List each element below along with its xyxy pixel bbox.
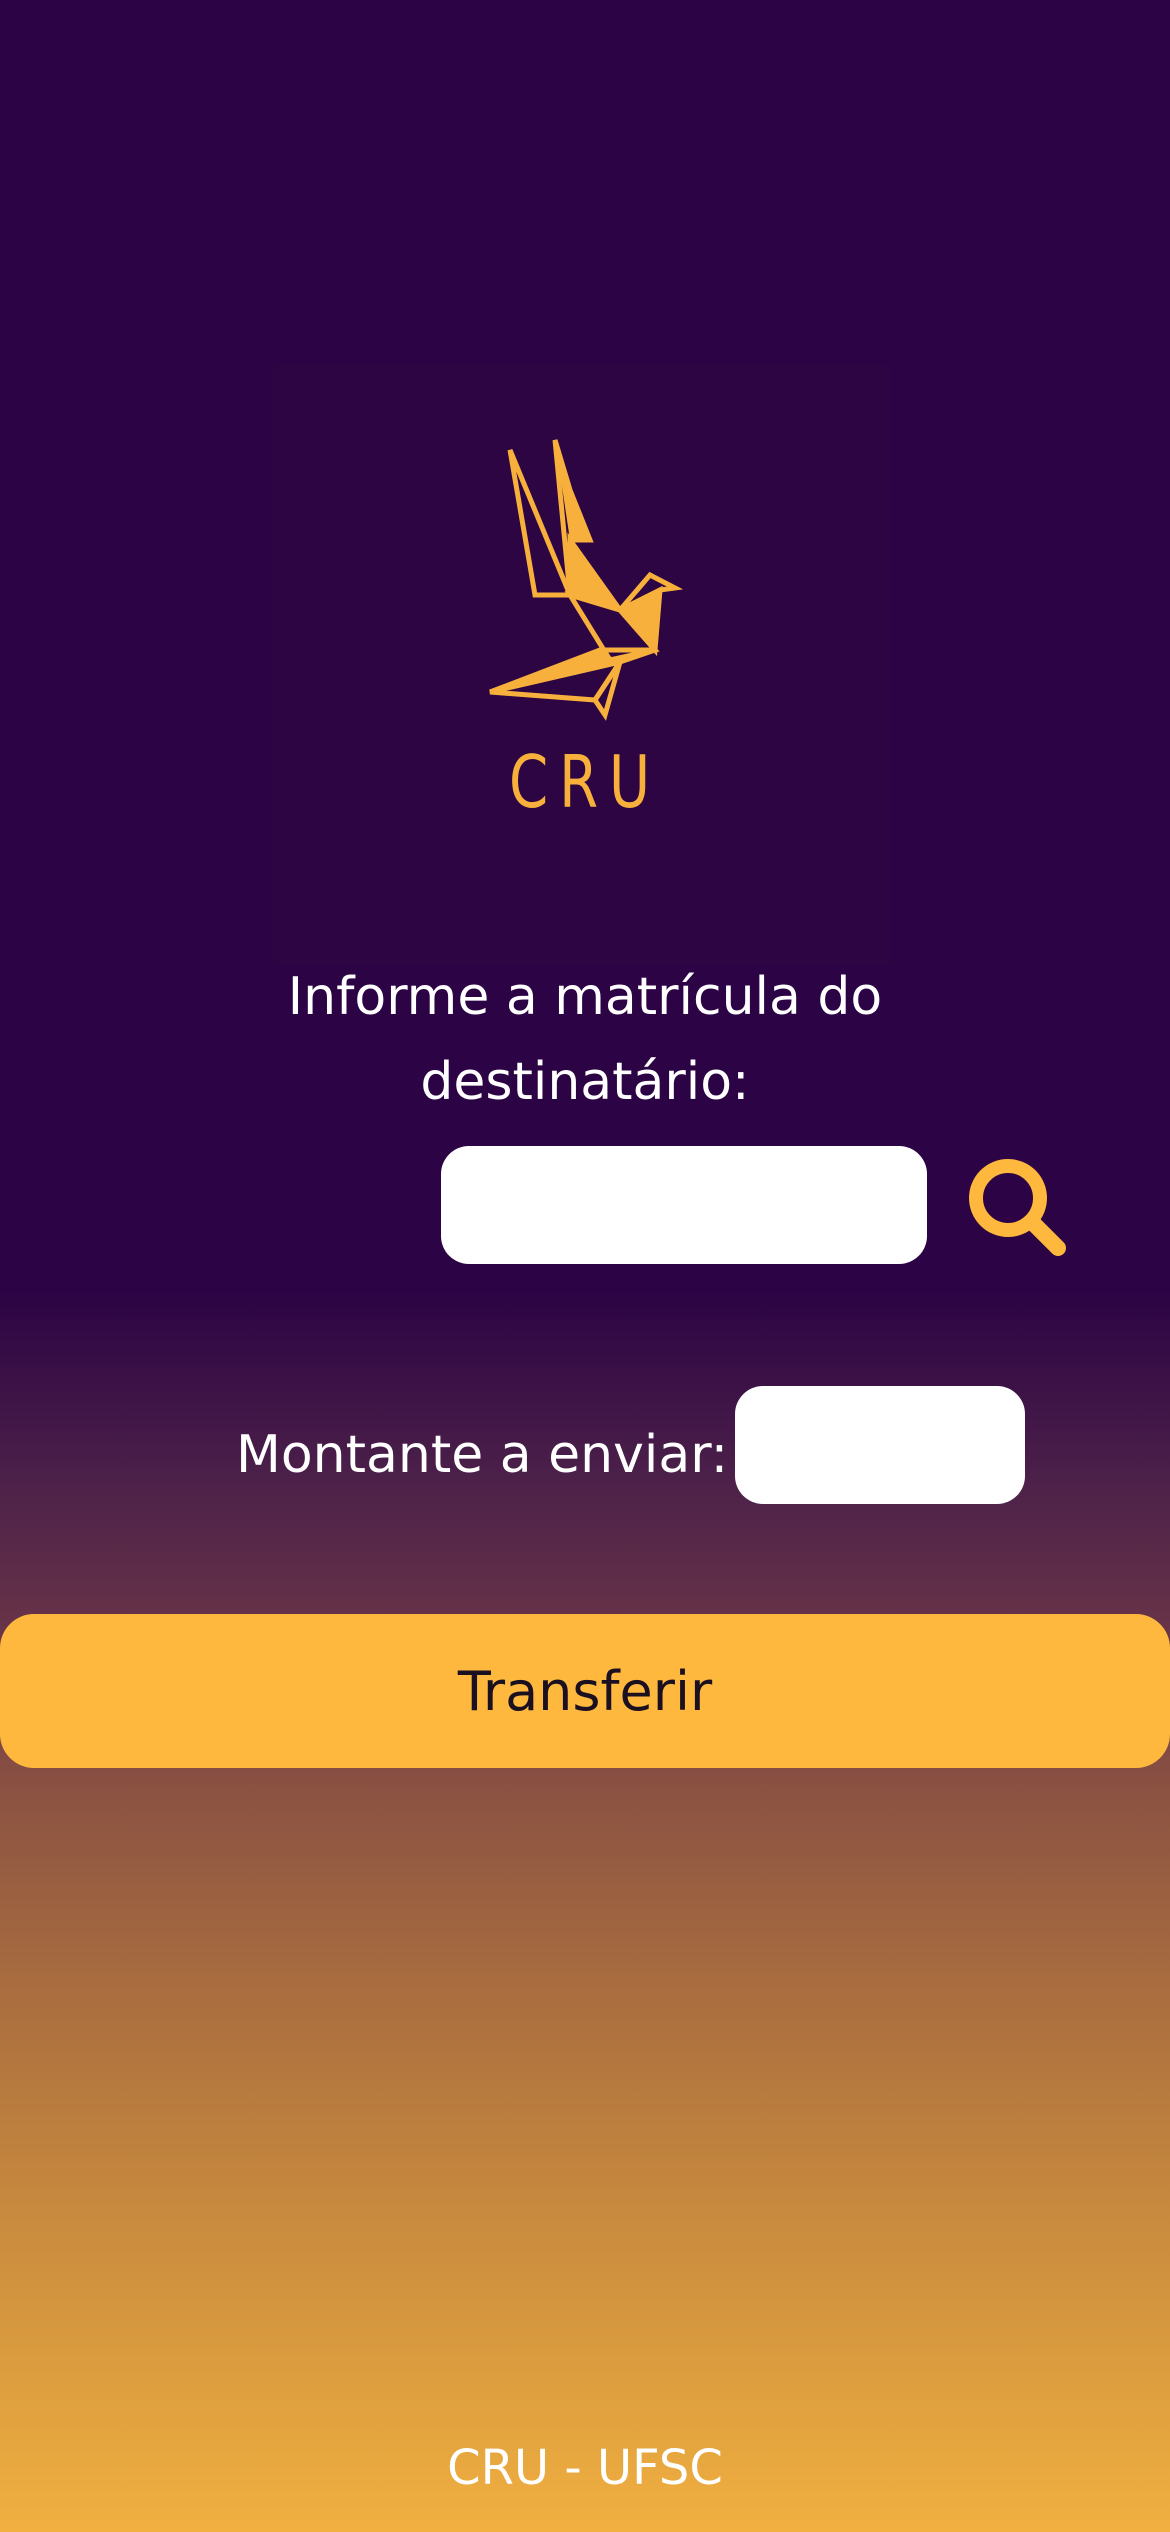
footer-text: CRU - UFSC (447, 2440, 723, 2496)
search-icon (969, 1159, 1066, 1256)
recipient-prompt: Informe a matrícula do destinatário: (260, 955, 910, 1125)
origami-bird-icon (489, 439, 684, 721)
recipient-prompt-line1: Informe a matrícula do (287, 967, 883, 1027)
recipient-id-input[interactable] (441, 1146, 927, 1264)
transfer-button[interactable]: Transferir (0, 1614, 1170, 1768)
search-button[interactable] (958, 1148, 1074, 1264)
recipient-prompt-line2: destinatário: (420, 1052, 750, 1112)
logo-text: CRU (508, 740, 662, 824)
amount-label: Montante a enviar: (236, 1425, 729, 1485)
amount-input[interactable] (735, 1386, 1025, 1504)
